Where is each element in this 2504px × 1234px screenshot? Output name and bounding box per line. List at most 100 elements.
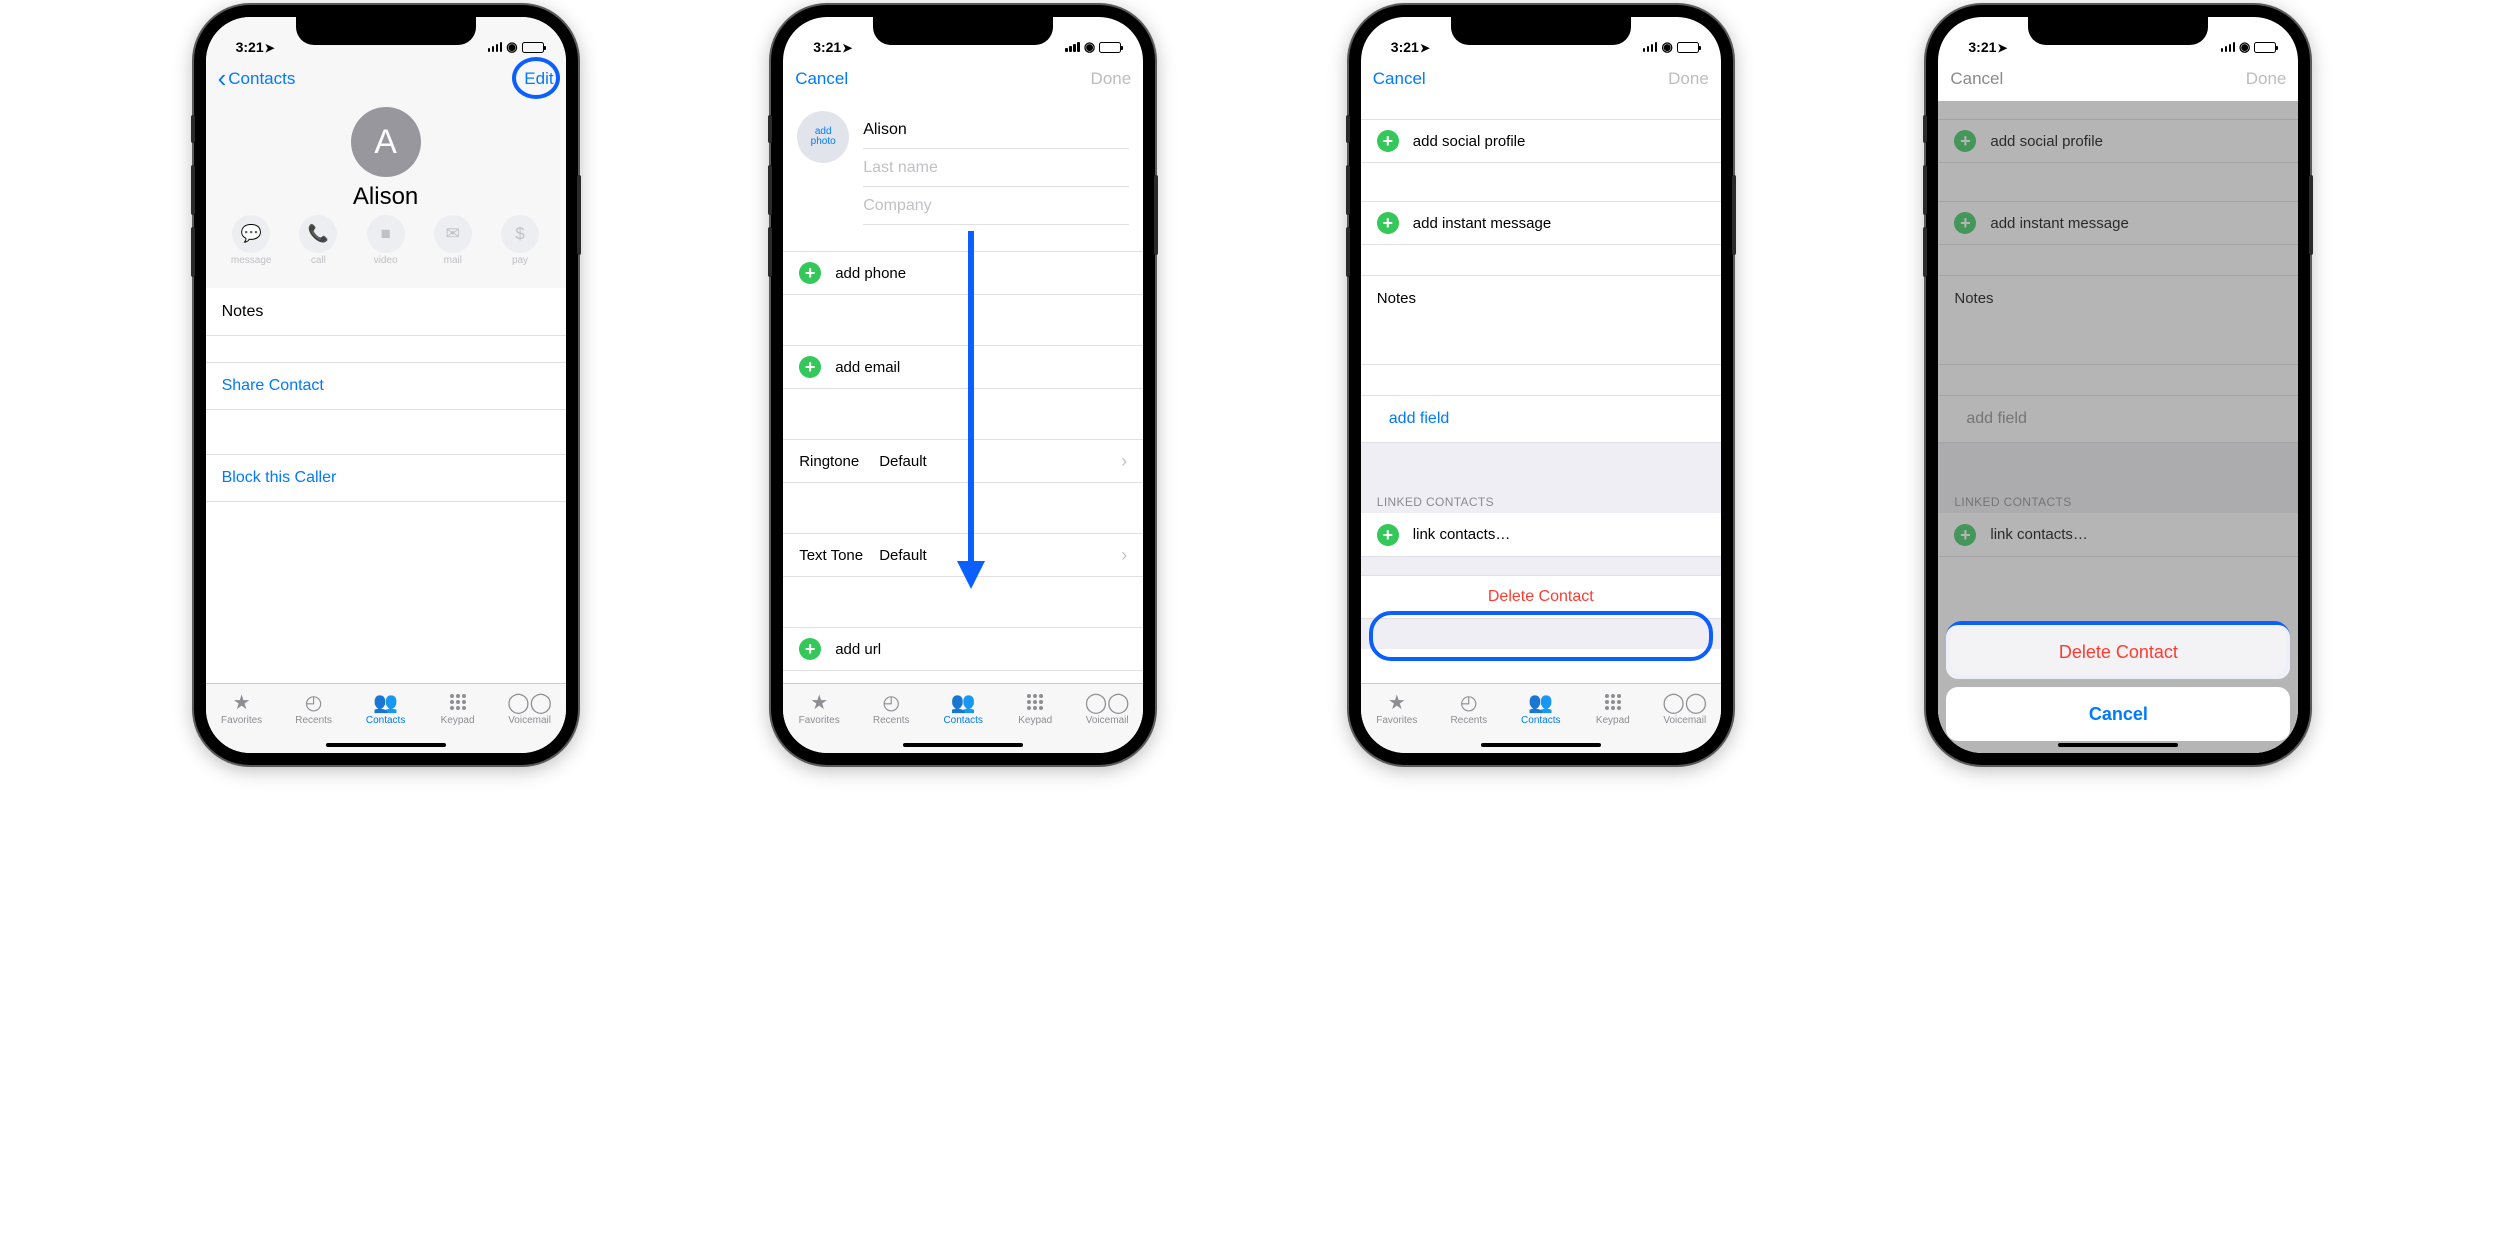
tab-favorites[interactable]: ★Favorites <box>783 690 855 726</box>
tab-label: Voicemail <box>1649 715 1721 726</box>
tab-recents[interactable]: ◴Recents <box>278 690 350 726</box>
cancel-button[interactable]: Cancel <box>795 69 848 89</box>
cancel-button[interactable]: Cancel <box>1373 69 1426 89</box>
delete-contact-row[interactable]: Delete Contact <box>1361 575 1721 619</box>
signal-icon <box>1065 42 1080 52</box>
texttone-value: Default <box>879 547 1121 564</box>
action-message[interactable]: 💬message <box>218 215 285 266</box>
home-indicator[interactable] <box>2058 743 2178 747</box>
pay-icon: $ <box>501 215 539 253</box>
tab-contacts[interactable]: 👥Contacts <box>927 690 999 726</box>
notch <box>1451 17 1631 45</box>
action-pay[interactable]: $ pay <box>486 215 553 266</box>
add-phone-row[interactable]: +add phone <box>783 251 1143 295</box>
tab-label: Recents <box>855 715 927 726</box>
add-im-row[interactable]: + add instant message <box>1361 201 1721 245</box>
sheet-delete-button[interactable]: Delete Contact <box>1946 625 2290 679</box>
tab-recents[interactable]: ◴Recents <box>855 690 927 726</box>
battery-icon <box>1677 42 1699 53</box>
add-social-row[interactable]: + add social profile <box>1361 119 1721 163</box>
last-name-field[interactable]: Last name <box>863 159 1129 177</box>
add-phone-label: add phone <box>835 265 906 282</box>
share-contact-row[interactable]: Share Contact <box>206 362 566 410</box>
nav-bar: Cancel Done <box>1361 57 1721 101</box>
tab-voicemail[interactable]: ◯◯Voicemail <box>494 690 566 726</box>
wifi-icon: ◉ <box>1084 39 1095 55</box>
action-sheet: Delete Contact Cancel <box>1946 625 2290 741</box>
home-indicator[interactable] <box>1481 743 1601 747</box>
back-button[interactable]: ‹Contacts <box>218 69 296 89</box>
battery-icon <box>522 42 544 53</box>
action-call[interactable]: 📞call <box>285 215 352 266</box>
add-url-row[interactable]: +add url <box>783 627 1143 671</box>
avatar: A <box>351 107 421 177</box>
ringtone-row[interactable]: RingtoneDefault› <box>783 439 1143 483</box>
tab-label: Keypad <box>422 715 494 726</box>
link-contacts-row[interactable]: +link contacts… <box>1361 513 1721 557</box>
location-icon: ➤ <box>1997 41 2007 55</box>
add-email-row[interactable]: + add email <box>783 345 1143 389</box>
block-caller-row[interactable]: Block this Caller <box>206 454 566 502</box>
star-icon: ★ <box>1361 690 1433 714</box>
notes-field[interactable]: Notes <box>1361 275 1721 365</box>
tab-label: Voicemail <box>494 715 566 726</box>
tab-contacts[interactable]: 👥Contacts <box>1505 690 1577 726</box>
tab-voicemail[interactable]: ◯◯Voicemail <box>1649 690 1721 726</box>
phone-frame-2: 3:21➤ ◉ Cancel Done addphoto Last name C… <box>771 5 1155 765</box>
tab-keypad[interactable]: Keypad <box>422 690 494 726</box>
action-label: pay <box>486 255 553 266</box>
notes-label: Notes <box>1377 290 1416 307</box>
add-url-label: add url <box>835 641 881 658</box>
plus-icon: + <box>1377 212 1399 234</box>
add-email-label: add email <box>835 359 900 376</box>
action-mail[interactable]: ✉mail <box>419 215 486 266</box>
voicemail-icon: ◯◯ <box>494 690 566 714</box>
plus-icon: + <box>799 356 821 378</box>
texttone-row[interactable]: Text ToneDefault› <box>783 533 1143 577</box>
add-photo-button[interactable]: addphoto <box>797 111 849 163</box>
link-contacts-label: link contacts… <box>1413 526 1511 543</box>
tab-label: Voicemail <box>1071 715 1143 726</box>
done-button[interactable]: Done <box>1668 69 1709 89</box>
tab-favorites[interactable]: ★Favorites <box>1361 690 1433 726</box>
tab-recents[interactable]: ◴Recents <box>1433 690 1505 726</box>
company-field[interactable]: Company <box>863 197 1129 215</box>
tab-keypad[interactable]: Keypad <box>1577 690 1649 726</box>
tab-label: Favorites <box>206 715 278 726</box>
notes-row[interactable]: Notes <box>206 288 566 336</box>
notch <box>2028 17 2208 45</box>
tab-label: Contacts <box>927 715 999 726</box>
back-label: Contacts <box>228 69 295 89</box>
plus-icon: + <box>1377 130 1399 152</box>
sheet-cancel-button[interactable]: Cancel <box>1946 687 2290 741</box>
location-icon: ➤ <box>265 41 275 55</box>
add-field-row[interactable]: add field <box>1361 395 1721 443</box>
signal-icon <box>1643 42 1658 52</box>
home-indicator[interactable] <box>326 743 446 747</box>
texttone-key: Text Tone <box>799 547 879 564</box>
signal-icon <box>2221 42 2236 52</box>
tab-voicemail[interactable]: ◯◯Voicemail <box>1071 690 1143 726</box>
cancel-button[interactable]: Cancel <box>1950 69 2003 89</box>
done-button[interactable]: Done <box>1091 69 1132 89</box>
linked-contacts-header: LINKED CONTACTS <box>1361 489 1721 513</box>
tab-keypad[interactable]: Keypad <box>999 690 1071 726</box>
battery-icon <box>2254 42 2276 53</box>
mail-icon: ✉ <box>434 215 472 253</box>
action-video[interactable]: ■video <box>352 215 419 266</box>
add-im-label: add instant message <box>1413 215 1551 232</box>
add-social-label: add social profile <box>1413 133 1526 150</box>
edit-button[interactable]: Edit <box>524 69 553 89</box>
contact-name: Alison <box>206 183 566 211</box>
tab-label: Contacts <box>1505 715 1577 726</box>
tab-contacts[interactable]: 👥Contacts <box>350 690 422 726</box>
video-icon: ■ <box>367 215 405 253</box>
wifi-icon: ◉ <box>2239 39 2250 55</box>
contacts-icon: 👥 <box>1505 690 1577 714</box>
done-button[interactable]: Done <box>2246 69 2287 89</box>
tab-favorites[interactable]: ★Favorites <box>206 690 278 726</box>
ringtone-value: Default <box>879 453 1121 470</box>
phone-frame-4: 3:21➤ ◉ Cancel Done +add social profile … <box>1926 5 2310 765</box>
first-name-field[interactable] <box>863 121 1129 139</box>
home-indicator[interactable] <box>903 743 1023 747</box>
